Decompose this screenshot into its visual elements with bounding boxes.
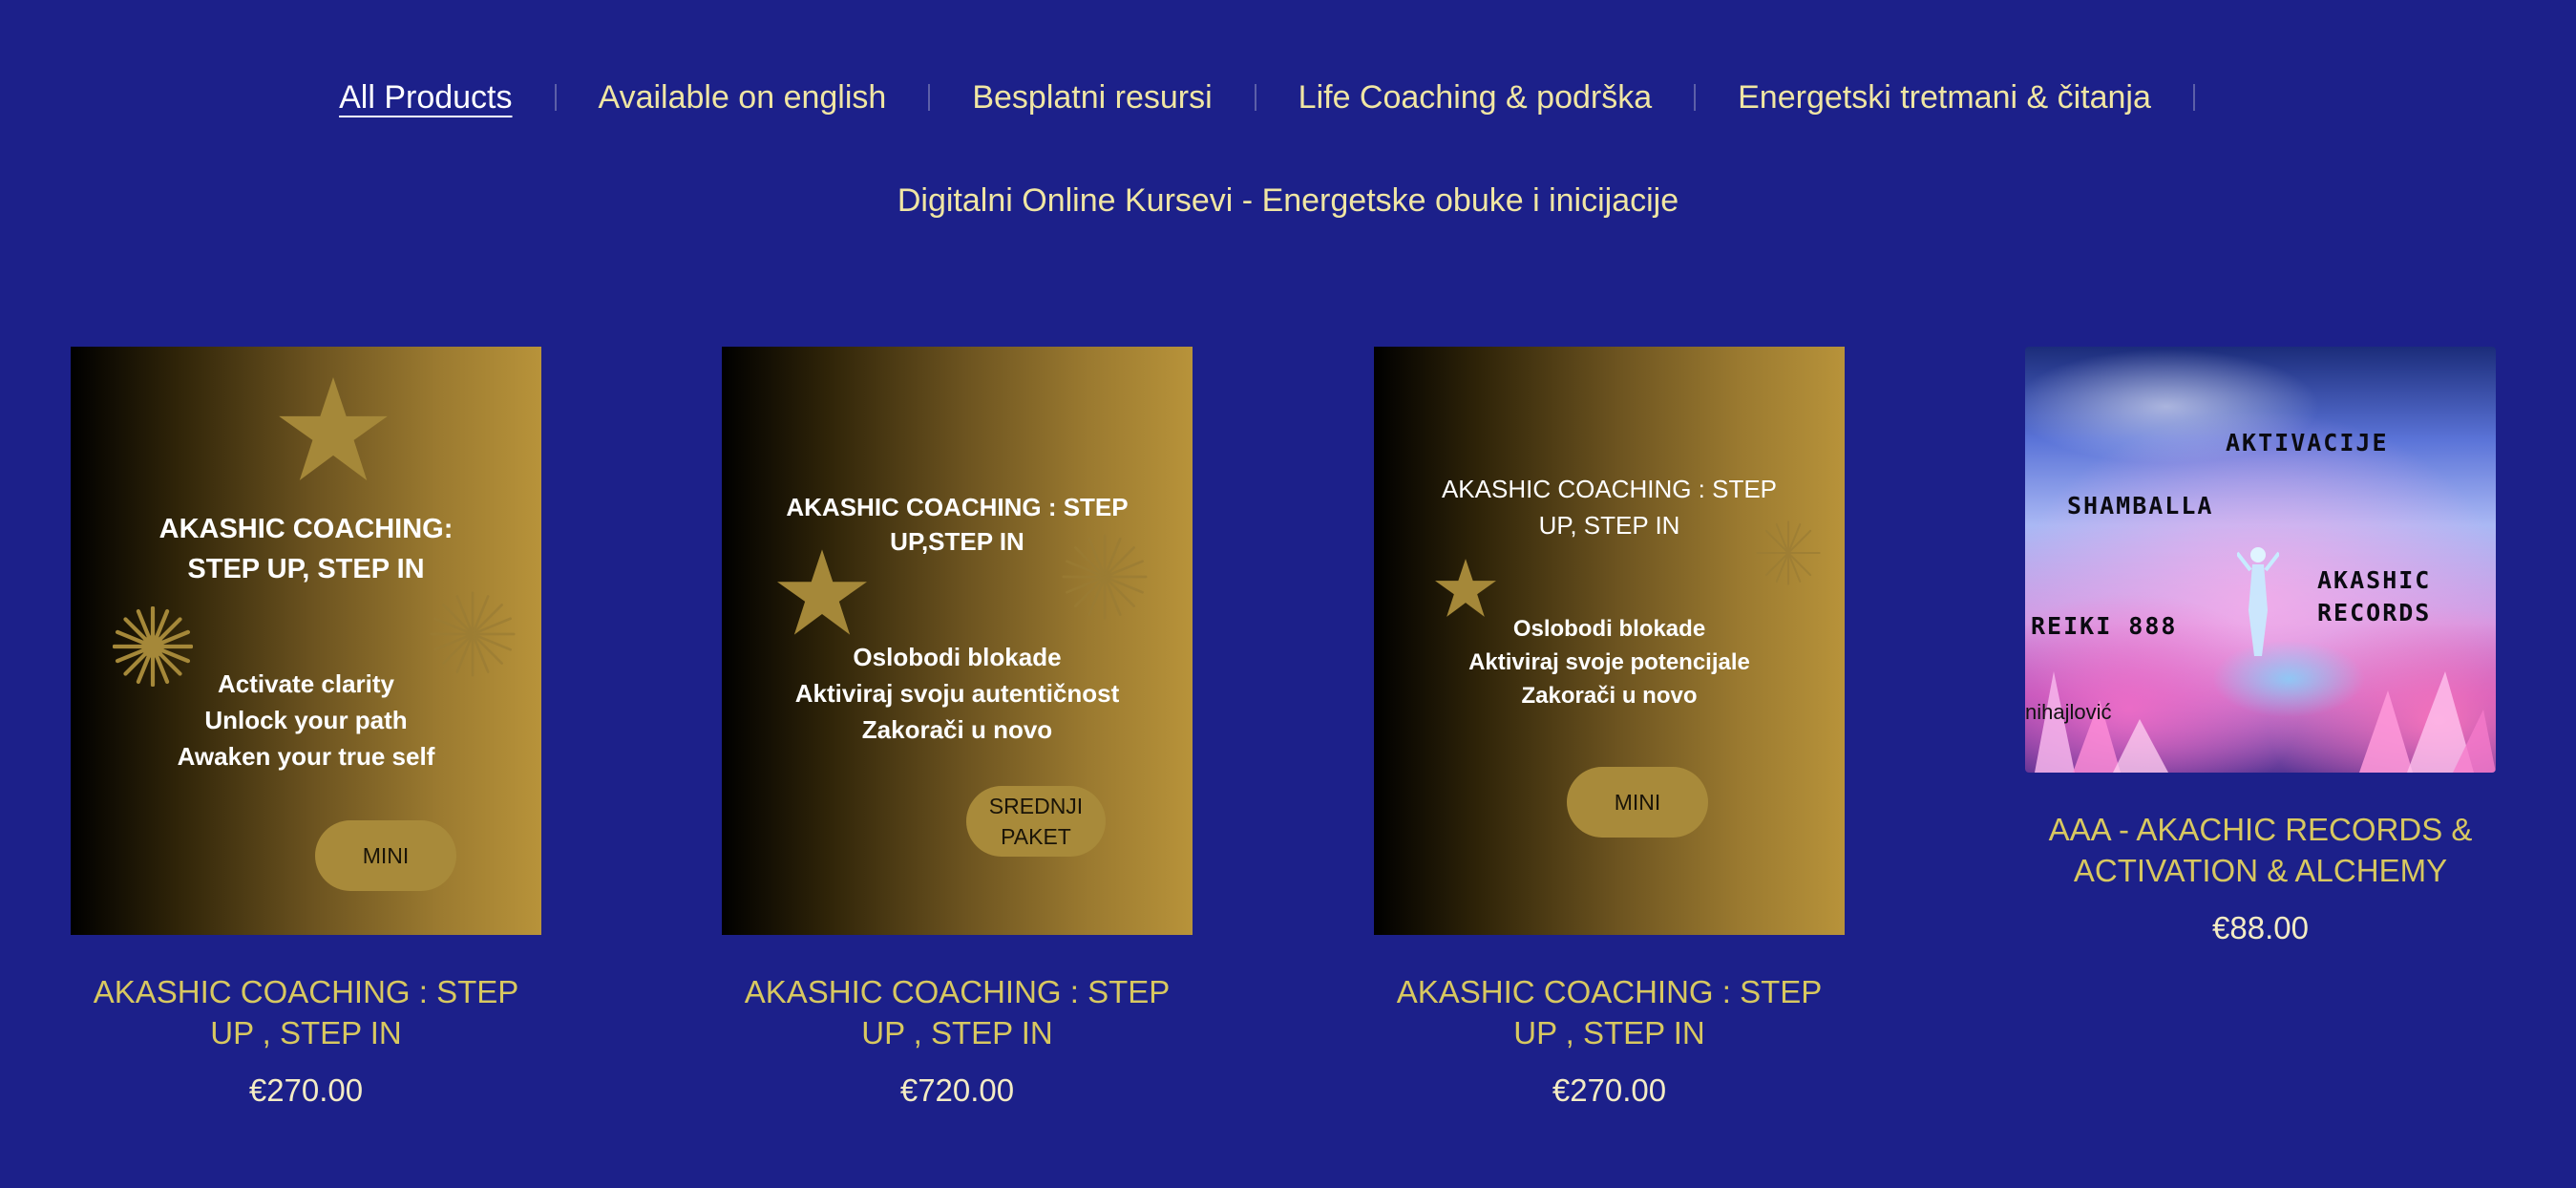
image-credit: nihajlović [2025,700,2112,724]
product-price: €88.00 [2212,910,2309,945]
image-text: Oslobodi blokade Aktiviraj svoju autenti… [722,639,1193,748]
product-title[interactable]: AKASHIC COACHING : STEP UP , STEP IN [71,971,541,1053]
product-price: €270.00 [1552,1072,1667,1108]
shop-page: All Products Available on english Bespla… [0,0,2576,1188]
image-text-line: Awaken your true self [177,742,435,771]
sparkle-icon [430,591,516,677]
image-text-line: Zakorači u novo [861,715,1053,744]
product-image[interactable]: AKTIVACIJE SHAMBALLA AKASHIC RECORDS REI… [2025,347,2496,773]
sparkle-icon [1756,520,1821,585]
category-all-products[interactable]: All Products [339,79,512,117]
image-pill-badge: MINI [1567,767,1708,838]
image-word-line: RECORDS [2317,599,2432,626]
image-text-line: Oslobodi blokade [853,643,1062,671]
image-word: REIKI 888 [2031,612,2178,640]
image-word: SHAMBALLA [2067,492,2214,520]
product-card: AKTIVACIJE SHAMBALLA AKASHIC RECORDS REI… [2025,347,2496,946]
image-heading-line: AKASHIC COACHING : STEP [1441,475,1778,503]
nav-divider [554,84,557,111]
product-image[interactable]: AKASHIC COACHING : STEP UP,STEP IN Oslob… [722,347,1193,935]
product-price: €270.00 [248,1072,364,1108]
image-pill-line: SREDNJI [988,794,1084,818]
category-digitalni-online-kursevi[interactable]: Digitalni Online Kursevi - Energetske ob… [897,182,1679,220]
star-icon [777,549,867,635]
image-text-line: Aktiviraj svoje potencijale [1468,649,1750,675]
category-nav-row-2: Digitalni Online Kursevi - Energetske ob… [0,172,2576,229]
image-pill-badge: MINI [315,820,456,891]
image-heading: AKASHIC COACHING: STEP UP, STEP IN [71,509,541,589]
category-life-coaching[interactable]: Life Coaching & podrška [1299,79,1652,117]
nav-divider [928,84,931,111]
product-card: AKASHIC COACHING: STEP UP, STEP IN Activ… [71,347,541,1109]
star-icon [1435,559,1496,617]
product-title[interactable]: AAA - AKACHIC RECORDS & ACTIVATION & ALC… [2025,809,2496,891]
product-card: AKASHIC COACHING : STEP UP,STEP IN Oslob… [722,347,1193,1109]
image-heading-line: STEP UP, STEP IN [187,554,425,584]
product-title[interactable]: AKASHIC COACHING : STEP UP , STEP IN [1374,971,1845,1053]
product-card: AKASHIC COACHING : STEP UP, STEP IN Oslo… [1374,347,1845,1109]
crystal-decoration [2359,671,2496,773]
nav-divider [2192,84,2195,111]
image-text: Activate clarity Unlock your path Awaken… [71,666,541,774]
product-price: €720.00 [899,1072,1015,1108]
category-nav: All Products Available on english Bespla… [0,69,2576,126]
category-besplatni-resursi[interactable]: Besplatni resursi [972,79,1212,117]
image-text-line: Unlock your path [204,706,408,734]
nav-divider [1694,84,1697,111]
image-text-line: Oslobodi blokade [1512,616,1706,642]
image-text-line: Zakorači u novo [1521,683,1698,709]
image-word: AKASHIC RECORDS [2317,564,2431,629]
image-text-line: Aktiviraj svoju autentičnost [794,679,1120,708]
image-word-line: AKASHIC [2317,566,2432,594]
category-energetski-tretmani[interactable]: Energetski tretmani & čitanja [1738,79,2151,117]
product-image[interactable]: AKASHIC COACHING: STEP UP, STEP IN Activ… [71,347,541,935]
product-title[interactable]: AKASHIC COACHING : STEP UP , STEP IN [722,971,1193,1053]
sparkle-icon [1062,534,1148,620]
image-heading-line: AKASHIC COACHING : STEP [786,493,1129,521]
image-pill-line: PAKET [1001,824,1071,849]
image-word: AKTIVACIJE [2226,429,2389,456]
figure-silhouette [2237,547,2279,656]
nav-divider [1254,84,1256,111]
category-available-on-english[interactable]: Available on english [599,79,887,117]
image-pill-badge: SREDNJI PAKET [966,786,1106,857]
image-heading-line: AKASHIC COACHING: [158,514,454,544]
product-image[interactable]: AKASHIC COACHING : STEP UP, STEP IN Oslo… [1374,347,1845,935]
star-icon [279,377,388,480]
image-text: Oslobodi blokade Aktiviraj svoje potenci… [1374,612,1845,712]
image-text-line: Activate clarity [218,669,394,698]
